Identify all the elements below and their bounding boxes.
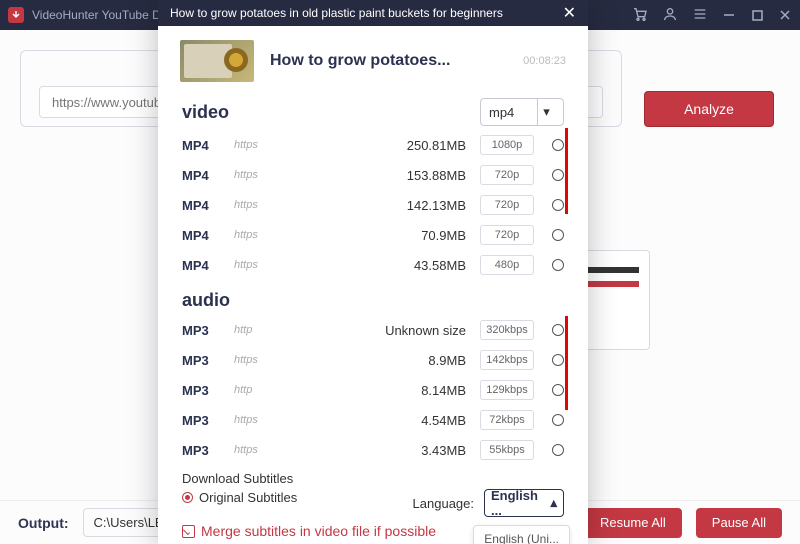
- format-name: MP3: [182, 323, 234, 338]
- file-size: 8.14MB: [372, 383, 466, 398]
- download-subtitles-label: Download Subtitles: [182, 471, 564, 486]
- file-size: 70.9MB: [372, 228, 466, 243]
- select-radio[interactable]: [552, 324, 564, 336]
- format-row[interactable]: MP4https 70.9MB 720p: [182, 220, 564, 250]
- quality-badge: 720p: [480, 225, 534, 245]
- quality-badge: 129kbps: [480, 380, 534, 400]
- select-radio[interactable]: [552, 199, 564, 211]
- format-name: MP4: [182, 168, 234, 183]
- chevron-up-icon: ▴: [550, 495, 557, 511]
- quality-badge: 1080p: [480, 135, 534, 155]
- format-row[interactable]: MP3https 4.54MB 72kbps: [182, 405, 564, 435]
- file-size: 153.88MB: [372, 168, 466, 183]
- select-radio[interactable]: [552, 169, 564, 181]
- quality-badge: 320kbps: [480, 320, 534, 340]
- format-row[interactable]: MP4https 153.88MB 720p: [182, 160, 564, 190]
- format-name: MP3: [182, 443, 234, 458]
- user-icon[interactable]: [662, 6, 678, 25]
- language-select[interactable]: English ... ▴: [484, 489, 564, 517]
- protocol: https: [234, 444, 258, 456]
- original-subtitles-radio[interactable]: [182, 492, 193, 503]
- merge-label: Merge subtitles in video file if possibl…: [201, 523, 436, 539]
- format-name: MP4: [182, 138, 234, 153]
- protocol: http: [234, 384, 252, 396]
- format-name: MP3: [182, 413, 234, 428]
- app-title: VideoHunter YouTube D: [32, 8, 161, 22]
- modal-close-icon[interactable]: ✕: [563, 3, 576, 23]
- maximize-icon[interactable]: [750, 10, 764, 21]
- quality-badge: 720p: [480, 165, 534, 185]
- video-scrollbar[interactable]: [565, 128, 568, 214]
- video-section-title: video: [182, 102, 229, 123]
- format-name: MP4: [182, 228, 234, 243]
- cart-icon[interactable]: [632, 6, 648, 25]
- format-name: MP4: [182, 258, 234, 273]
- protocol: https: [234, 354, 258, 366]
- file-size: 43.58MB: [372, 258, 466, 273]
- pause-all-button[interactable]: Pause All: [696, 508, 782, 538]
- format-row[interactable]: MP4https 43.58MB 480p: [182, 250, 564, 280]
- close-icon[interactable]: [778, 9, 792, 21]
- file-size: 4.54MB: [372, 413, 466, 428]
- protocol: https: [234, 229, 258, 241]
- select-radio[interactable]: [552, 444, 564, 456]
- audio-list: MP3httpUnknown size320kbpsMP3https8.9MB1…: [182, 315, 564, 465]
- protocol: http: [234, 324, 252, 336]
- format-name: MP4: [182, 198, 234, 213]
- select-radio[interactable]: [552, 384, 564, 396]
- quality-badge: 142kbps: [480, 350, 534, 370]
- video-duration: 00:08:23: [523, 55, 566, 67]
- download-modal: How to grow potatoes in old plastic pain…: [158, 0, 588, 544]
- format-row[interactable]: MP3https 8.9MB 142kbps: [182, 345, 564, 375]
- video-title: How to grow potatoes...: [270, 52, 450, 70]
- analyze-button[interactable]: Analyze: [644, 91, 774, 127]
- file-size: 142.13MB: [372, 198, 466, 213]
- audio-section-title: audio: [182, 290, 230, 311]
- output-label: Output:: [18, 515, 69, 531]
- quality-badge: 720p: [480, 195, 534, 215]
- language-label: Language:: [413, 496, 474, 511]
- merge-checkbox[interactable]: [182, 525, 195, 538]
- format-select[interactable]: mp4 ▾: [480, 98, 564, 126]
- format-row[interactable]: MP3http 8.14MB 129kbps: [182, 375, 564, 405]
- video-thumbnail: [180, 40, 254, 82]
- format-row[interactable]: MP3https 3.43MB 55kbps: [182, 435, 564, 465]
- protocol: https: [234, 199, 258, 211]
- select-radio[interactable]: [552, 354, 564, 366]
- select-radio[interactable]: [552, 414, 564, 426]
- file-size: 8.9MB: [372, 353, 466, 368]
- quality-badge: 55kbps: [480, 440, 534, 460]
- select-radio[interactable]: [552, 229, 564, 241]
- chevron-down-icon: ▾: [537, 99, 555, 125]
- app-logo-icon: [8, 7, 24, 23]
- modal-titlebar: How to grow potatoes in old plastic pain…: [158, 0, 588, 26]
- resume-all-button[interactable]: Resume All: [584, 508, 682, 538]
- file-size: 3.43MB: [372, 443, 466, 458]
- modal-title-text: How to grow potatoes in old plastic pain…: [170, 6, 503, 20]
- menu-icon[interactable]: [692, 6, 708, 25]
- format-row[interactable]: MP4https 142.13MB 720p: [182, 190, 564, 220]
- file-size: 250.81MB: [372, 138, 466, 153]
- select-radio[interactable]: [552, 259, 564, 271]
- quality-badge: 480p: [480, 255, 534, 275]
- protocol: https: [234, 259, 258, 271]
- language-tooltip: English (Uni...: [473, 525, 570, 544]
- format-row[interactable]: MP3http Unknown size 320kbps: [182, 315, 564, 345]
- quality-badge: 72kbps: [480, 410, 534, 430]
- original-subtitles-label: Original Subtitles: [199, 490, 297, 505]
- format-name: MP3: [182, 353, 234, 368]
- protocol: https: [234, 139, 258, 151]
- format-name: MP3: [182, 383, 234, 398]
- minimize-icon[interactable]: [722, 9, 736, 21]
- protocol: https: [234, 169, 258, 181]
- format-row[interactable]: MP4https 250.81MB 1080p: [182, 130, 564, 160]
- protocol: https: [234, 414, 258, 426]
- file-size: Unknown size: [372, 323, 466, 338]
- video-list: MP4https250.81MB1080pMP4https153.88MB720…: [182, 130, 564, 280]
- audio-scrollbar[interactable]: [565, 316, 568, 410]
- select-radio[interactable]: [552, 139, 564, 151]
